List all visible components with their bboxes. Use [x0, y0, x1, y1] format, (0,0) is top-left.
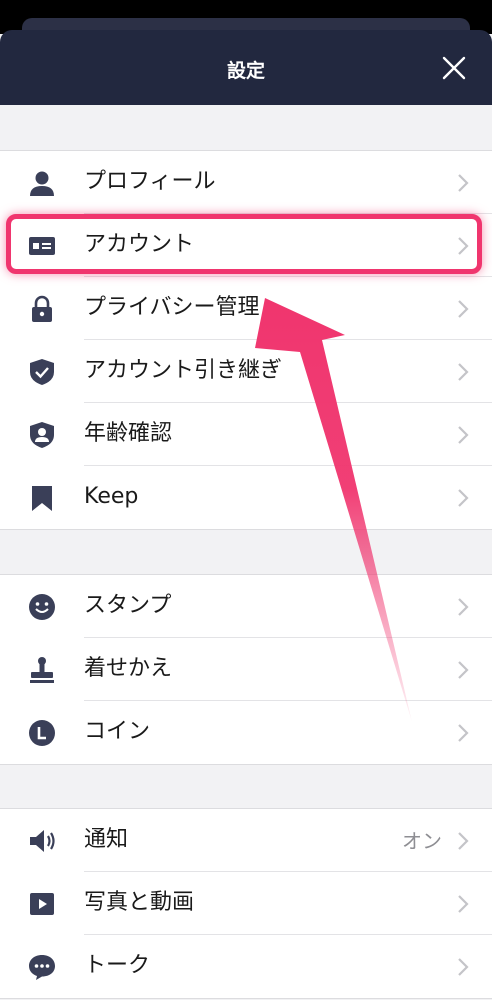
person-icon — [30, 171, 54, 196]
bookmark-icon — [32, 486, 52, 511]
settings-item-keep[interactable]: Keep — [0, 466, 492, 529]
chevron-right-icon — [458, 489, 469, 507]
notifications-status: オン — [402, 829, 442, 853]
settings-item-photos-videos[interactable]: 写真と動画 — [0, 872, 492, 935]
play-icon — [30, 893, 54, 915]
chevron-right-icon — [458, 598, 469, 616]
lock-icon — [32, 295, 52, 322]
settings-item-account-transfer[interactable]: アカウント引き継ぎ — [0, 340, 492, 403]
chevron-right-icon — [458, 300, 469, 318]
chevron-right-icon — [458, 426, 469, 444]
settings-item-coins[interactable]: コイン — [0, 701, 492, 764]
stamp-icon — [30, 657, 54, 683]
speaker-icon — [30, 830, 55, 852]
settings-item-label: スタンプ — [84, 593, 172, 618]
settings-item-privacy[interactable]: プライバシー管理 — [0, 277, 492, 340]
settings-item-stickers[interactable]: スタンプ — [0, 575, 492, 638]
settings-section-shop: スタンプ 着せかえ コイン — [0, 574, 492, 765]
settings-item-label: アカウント — [84, 232, 195, 257]
settings-item-label: Keep — [84, 484, 139, 509]
settings-item-label: 写真と動画 — [84, 890, 195, 915]
settings-item-label: トーク — [84, 953, 151, 978]
settings-item-chats[interactable]: トーク — [0, 935, 492, 998]
chevron-right-icon — [458, 832, 469, 850]
settings-header: 設定 — [0, 30, 492, 105]
id-card-icon — [29, 237, 55, 255]
settings-section-account: プロフィール アカウント プライバシー管理 アカウント引き継ぎ 年齢確認 Kee… — [0, 150, 492, 530]
chevron-right-icon — [458, 363, 469, 381]
chevron-right-icon — [458, 237, 469, 255]
chevron-right-icon — [458, 724, 469, 742]
age-verify-icon — [30, 422, 54, 448]
chevron-right-icon — [458, 895, 469, 913]
settings-item-age-verification[interactable]: 年齢確認 — [0, 403, 492, 466]
smiley-icon — [29, 594, 55, 620]
shield-check-icon — [30, 359, 54, 385]
settings-item-label: 年齢確認 — [84, 421, 173, 446]
settings-item-label: コイン — [84, 719, 151, 744]
settings-item-label: 通知 — [84, 827, 129, 852]
settings-item-notifications[interactable]: 通知 オン — [0, 809, 492, 872]
settings-item-account[interactable]: アカウント — [0, 214, 492, 277]
settings-item-label: アカウント引き継ぎ — [84, 358, 283, 383]
chevron-right-icon — [458, 958, 469, 976]
coin-icon — [29, 720, 55, 746]
chevron-right-icon — [458, 661, 469, 679]
settings-item-label: プライバシー管理 — [84, 295, 260, 320]
chat-bubble-icon — [29, 955, 55, 980]
settings-item-themes[interactable]: 着せかえ — [0, 638, 492, 701]
page-title: 設定 — [226, 60, 265, 82]
close-icon[interactable] — [438, 52, 470, 84]
settings-section-general: 通知 オン 写真と動画 トーク — [0, 808, 492, 999]
settings-item-profile[interactable]: プロフィール — [0, 151, 492, 214]
settings-item-label: プロフィール — [84, 169, 216, 194]
settings-item-label: 着せかえ — [84, 656, 173, 681]
chevron-right-icon — [458, 174, 469, 192]
